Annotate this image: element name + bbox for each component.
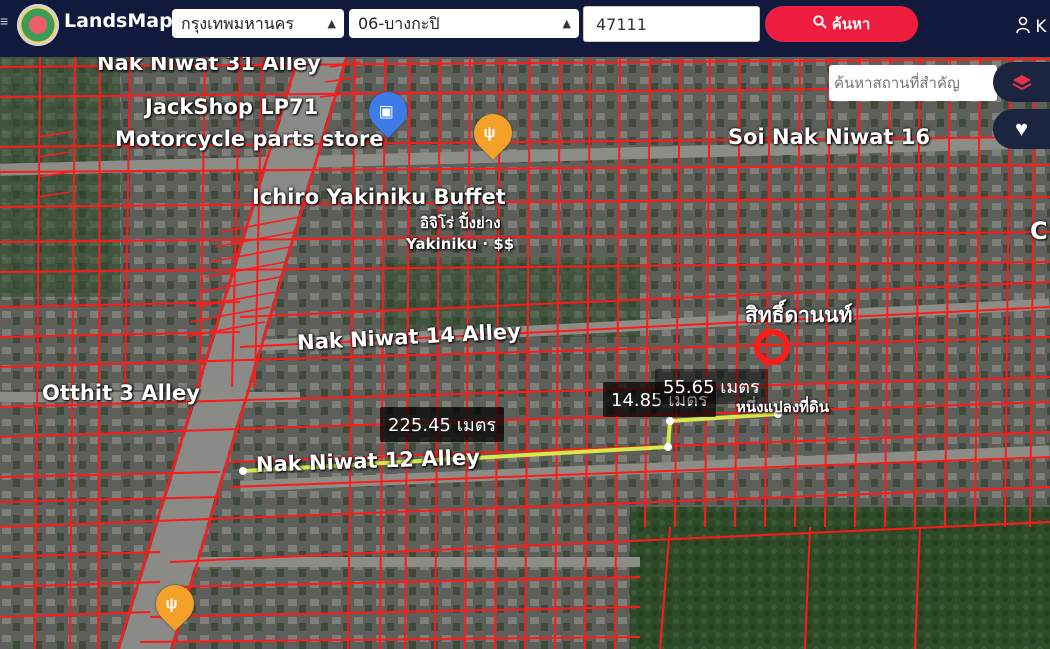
menu-icon[interactable]: ≡ [0,13,8,29]
measure-label-225: 225.45 เมตร [380,407,505,442]
top-bar: ≡ LandsMaps กรุงเทพมหานคร ▲ 06-บางกะปิ ▲… [0,0,1050,57]
label-otthit-3: Otthit 3 Alley [42,381,200,405]
label-right-c: C [1030,217,1048,245]
favorite-button[interactable]: ♥ [993,109,1050,149]
province-select[interactable]: กรุงเทพมหานคร ▲ [172,9,344,38]
layers-icon [1012,66,1032,91]
label-jackshop: JackShop LP71 [145,95,319,119]
label-soi-nak-niwat-16: Soi Nak Niwat 16 [728,125,931,149]
measure-label-55: 55.65 เมตร [655,369,768,404]
label-ichiro: Ichiro Yakiniku Buffet [252,185,506,209]
place-search-input[interactable] [829,65,997,101]
label-ichiro-thai: อิจิโร่ ปิ้งย่าง [420,214,501,232]
province-value: กรุงเทพมหานคร [181,14,294,33]
search-button-label: ค้นหา [831,15,871,33]
label-thai-place: สิทธิ์ดานนท์ [745,303,853,327]
satellite-map[interactable]: Nak Niwat 31 Alley JackShop LP71 Motorcy… [0,57,1050,649]
search-icon [812,6,827,42]
parcel-number-input[interactable] [583,6,760,42]
chevron-updown-icon: ▲ [327,17,336,30]
district-select[interactable]: 06-บางกะปิ ▲ [349,9,579,38]
app-logo [17,4,59,46]
district-value: 06-บางกะปิ [358,14,440,33]
brand-name: LandsMaps [64,10,185,32]
layers-button[interactable] [993,62,1050,102]
tree-area [630,507,1050,649]
chevron-updown-icon: ▲ [562,17,571,30]
heart-icon: ♥ [1014,116,1029,141]
label-moto-store: Motorcycle parts store [115,127,384,151]
search-button[interactable]: ค้นหา [765,6,918,42]
user-account[interactable]: K [1016,14,1047,37]
label-yakiniku: Yakiniku · $$ [406,235,515,253]
label-nak-niwat-31: Nak Niwat 31 Alley [97,57,321,75]
user-icon [1016,16,1030,34]
user-initial: K [1035,17,1047,37]
